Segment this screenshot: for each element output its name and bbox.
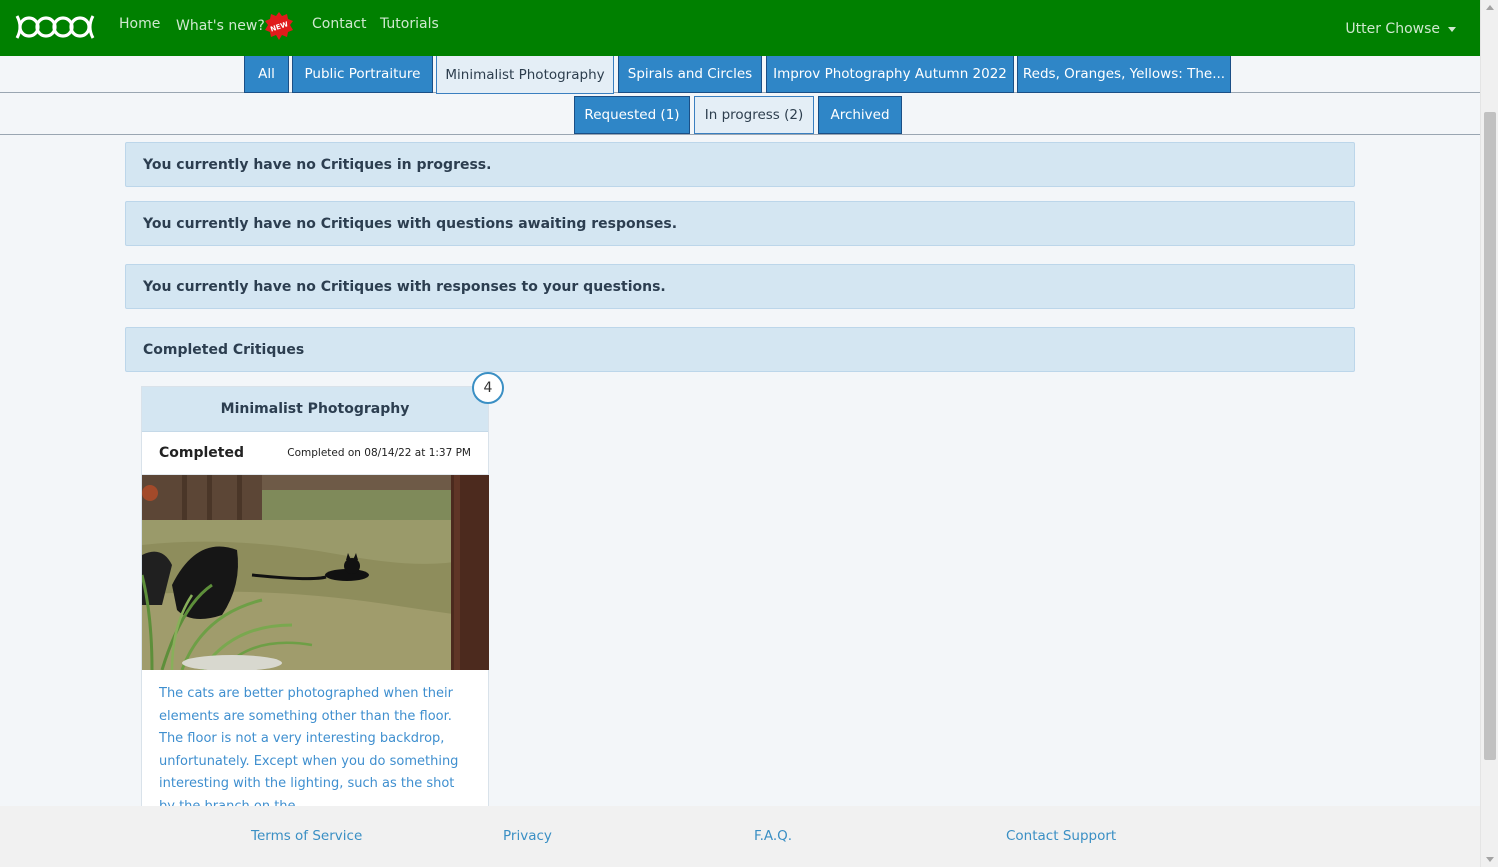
footer-terms-link[interactable]: Terms of Service xyxy=(251,828,362,844)
critique-card[interactable]: Minimalist Photography Completed Complet… xyxy=(141,386,489,816)
critique-photo[interactable] xyxy=(142,475,489,670)
scroll-down-icon[interactable] xyxy=(1486,857,1494,862)
nav-contact-link[interactable]: Contact xyxy=(312,16,366,32)
tab-requested[interactable]: Requested (1) xyxy=(574,96,690,134)
status-tabs: Requested (1) In progress (2) Archived xyxy=(0,96,1480,135)
tab-reds-oranges-yellows[interactable]: Reds, Oranges, Yellows: The... xyxy=(1017,56,1231,93)
card-title: Minimalist Photography xyxy=(142,387,488,432)
scroll-up-icon[interactable] xyxy=(1486,5,1494,10)
nav-whats-new-link[interactable]: What's new? xyxy=(176,18,265,34)
chevron-down-icon xyxy=(1448,26,1456,32)
tab-in-progress[interactable]: In progress (2) xyxy=(694,96,814,134)
footer: Terms of Service Privacy F.A.Q. Contact … xyxy=(0,806,1480,867)
tab-minimalist-photography[interactable]: Minimalist Photography xyxy=(436,56,614,94)
card-status-row: Completed Completed on 08/14/22 at 1:37 … xyxy=(142,432,488,475)
tab-archived[interactable]: Archived xyxy=(818,96,902,134)
tab-improv-photography[interactable]: Improv Photography Autumn 2022 xyxy=(766,56,1014,93)
group-tabs: All Public Portraiture Minimalist Photog… xyxy=(0,56,1480,94)
no-in-progress-panel: You currently have no Critiques in progr… xyxy=(125,142,1355,187)
no-awaiting-panel: You currently have no Critiques with que… xyxy=(125,201,1355,246)
critique-count-badge: 4 xyxy=(472,372,504,404)
tab-spirals-and-circles[interactable]: Spirals and Circles xyxy=(618,56,762,93)
tab-all[interactable]: All xyxy=(244,56,289,93)
card-status-label: Completed xyxy=(159,445,245,461)
completed-critiques-header: Completed Critiques xyxy=(125,327,1355,372)
footer-privacy-link[interactable]: Privacy xyxy=(503,828,552,844)
nav-tutorials-link[interactable]: Tutorials xyxy=(380,16,439,32)
logo-icon[interactable] xyxy=(13,12,97,42)
scrollbar-thumb[interactable] xyxy=(1484,112,1496,760)
user-name: Utter Chowse xyxy=(1345,21,1440,37)
card-completed-date: Completed on 08/14/22 at 1:37 PM xyxy=(287,447,471,459)
top-navbar: Home What's new? NEW Contact Tutorials U… xyxy=(0,0,1480,56)
user-menu-dropdown[interactable]: Utter Chowse xyxy=(1345,21,1456,37)
footer-contact-support-link[interactable]: Contact Support xyxy=(1006,828,1116,844)
nav-home-link[interactable]: Home xyxy=(119,16,160,32)
tab-public-portraiture[interactable]: Public Portraiture xyxy=(292,56,433,93)
vertical-scrollbar[interactable] xyxy=(1480,0,1498,867)
new-badge-icon: NEW xyxy=(265,12,293,40)
footer-faq-link[interactable]: F.A.Q. xyxy=(754,828,792,844)
no-responses-panel: You currently have no Critiques with res… xyxy=(125,264,1355,309)
